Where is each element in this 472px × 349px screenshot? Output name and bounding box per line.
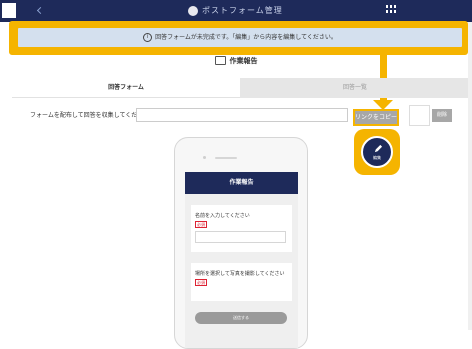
required-badge: 必須 bbox=[195, 221, 207, 228]
incomplete-form-banner: i 回答フォームが未完成です。「編集」から内容を編集してください。 bbox=[18, 28, 462, 47]
phone-preview: 作業報告 名前を入力してください 必須 場所を選択して写真を撮影してください 必… bbox=[174, 137, 308, 349]
form-link-field[interactable] bbox=[136, 108, 348, 122]
question-card: 名前を入力してください 必須 bbox=[191, 205, 292, 252]
question-card: 場所を選択して写真を撮影してください 必須 bbox=[191, 263, 292, 301]
info-icon: i bbox=[143, 33, 153, 42]
edit-button-label: 編集 bbox=[373, 155, 381, 160]
answer-input[interactable] bbox=[195, 231, 286, 243]
camera-dot bbox=[203, 156, 206, 159]
tab-bar: 回答フォーム 回答一覧 bbox=[12, 78, 470, 98]
banner-message: 回答フォームが未完成です。「編集」から内容を編集してください。 bbox=[155, 34, 337, 41]
back-button[interactable] bbox=[2, 3, 16, 18]
tab-answer-list[interactable]: 回答一覧 bbox=[240, 78, 470, 98]
app-title: ポストフォーム管理 bbox=[202, 6, 283, 15]
page-title-text: 作業報告 bbox=[229, 57, 258, 65]
copy-link-button[interactable]: リンクをコピー bbox=[353, 109, 399, 126]
scrollbar[interactable] bbox=[468, 22, 472, 330]
pencil-icon bbox=[374, 144, 383, 153]
required-badge: 必須 bbox=[195, 279, 207, 286]
page-title: 作業報告 bbox=[0, 55, 472, 70]
chevron-left-icon[interactable] bbox=[36, 6, 45, 15]
submit-button[interactable]: 送信する bbox=[195, 312, 287, 324]
preview-form-title: 作業報告 bbox=[185, 172, 298, 194]
blank-box bbox=[409, 105, 430, 126]
question-text: 名前を入力してください bbox=[195, 213, 250, 219]
app-icon bbox=[188, 6, 198, 16]
question-text: 場所を選択して写真を撮影してください bbox=[195, 271, 285, 277]
delete-button[interactable]: 削除 bbox=[432, 109, 452, 122]
tab-answer-form[interactable]: 回答フォーム bbox=[12, 78, 240, 98]
preview-screen: 作業報告 名前を入力してください 必須 場所を選択して写真を撮影してください 必… bbox=[185, 172, 298, 348]
distribute-label: フォームを配布して回答を収集してください bbox=[30, 112, 150, 119]
edit-button[interactable]: 編集 bbox=[361, 136, 393, 168]
grid-menu-icon[interactable] bbox=[386, 5, 396, 17]
phone-speaker bbox=[215, 157, 237, 159]
app-top-bar: ポストフォーム管理 bbox=[0, 0, 472, 22]
report-icon bbox=[214, 55, 226, 65]
